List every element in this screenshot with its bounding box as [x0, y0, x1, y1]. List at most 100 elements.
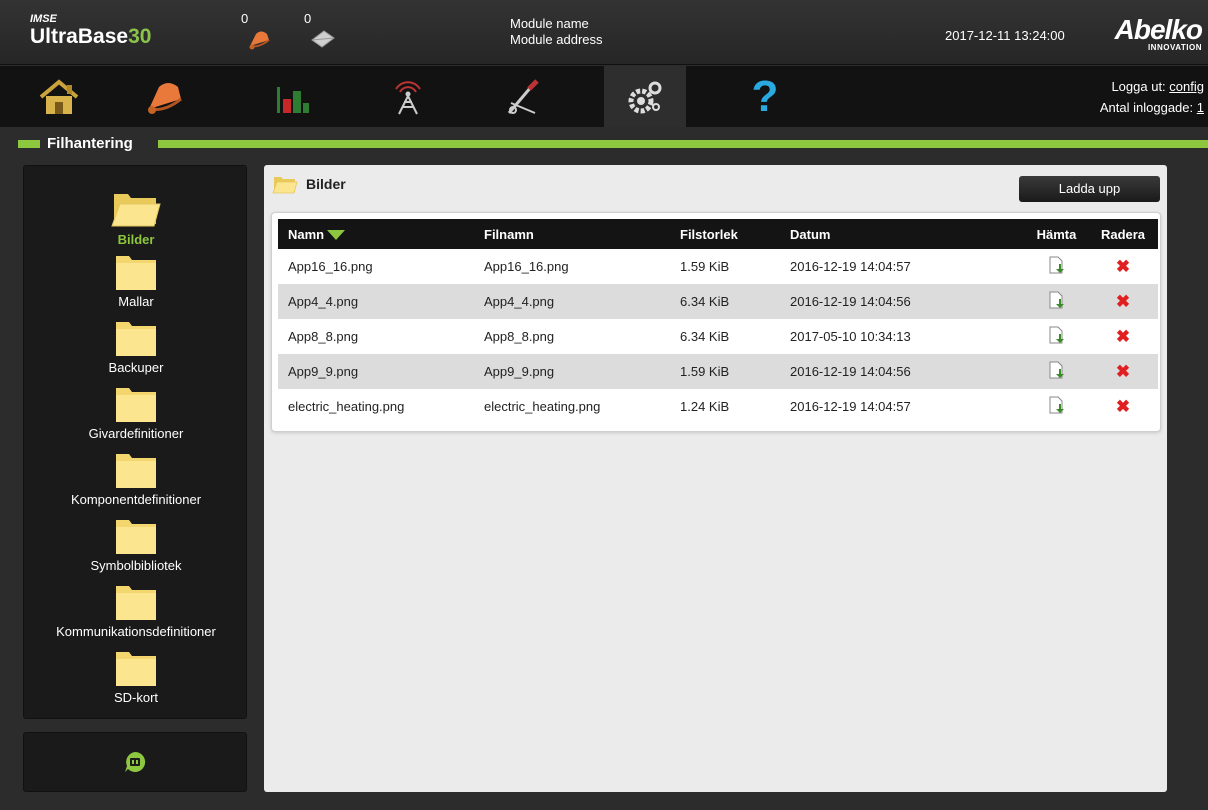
- cell-name: App16_16.png: [288, 259, 373, 274]
- folder-backuper[interactable]: Backuper: [24, 318, 248, 375]
- table-row: App8_8.png App8_8.png 6.34 KiB 2017-05-1…: [278, 319, 1158, 354]
- download-icon[interactable]: [1048, 291, 1066, 309]
- delete-cell: ✖: [1088, 249, 1158, 284]
- table-row: electric_heating.png electric_heating.pn…: [278, 389, 1158, 424]
- folder-label: Symbolbibliotek: [90, 558, 182, 573]
- folder-kommunikationsdefinitioner[interactable]: Kommunikationsdefinitioner: [24, 582, 248, 639]
- delete-cell: ✖: [1088, 389, 1158, 424]
- file-table-container: Namn Filnamn Filstorlek Datum Hämta Rade…: [271, 212, 1161, 432]
- download-cell: [1025, 354, 1088, 389]
- cell-size: 1.59 KiB: [680, 364, 730, 379]
- cell-name: electric_heating.png: [288, 399, 405, 414]
- cell-date: 2016-12-19 14:04:57: [790, 259, 911, 274]
- nav-home[interactable]: [18, 66, 100, 127]
- folder-mallar[interactable]: Mallar: [24, 252, 248, 309]
- file-table: Namn Filnamn Filstorlek Datum Hämta Rade…: [278, 219, 1158, 424]
- module-address: Module address: [510, 32, 603, 47]
- column-header-filstorlek[interactable]: Filstorlek: [680, 219, 790, 249]
- download-cell: [1025, 249, 1088, 284]
- logo-text: Abelko: [1114, 14, 1203, 45]
- column-header-datum[interactable]: Datum: [790, 219, 1025, 249]
- delete-icon[interactable]: ✖: [1116, 292, 1130, 311]
- table-row: App4_4.png App4_4.png 6.34 KiB 2016-12-1…: [278, 284, 1158, 319]
- folder-bilder[interactable]: Bilder: [24, 188, 248, 247]
- download-icon[interactable]: [1048, 361, 1066, 379]
- module-info: Module name Module address: [510, 16, 603, 48]
- table-row: App16_16.png App16_16.png 1.59 KiB 2016-…: [278, 249, 1158, 284]
- bar-chart-icon: [277, 86, 309, 113]
- cell-filename: App9_9.png: [484, 364, 555, 379]
- current-datetime: 2017-12-11 13:24:00: [945, 28, 1065, 43]
- delete-icon[interactable]: ✖: [1116, 397, 1130, 416]
- download-icon[interactable]: [1048, 396, 1066, 414]
- folder-label: Kommunikationsdefinitioner: [56, 624, 216, 639]
- home-icon: [39, 78, 79, 114]
- cell-date: 2017-05-10 10:34:13: [790, 329, 911, 344]
- logout-label: Logga ut:: [1111, 79, 1166, 94]
- message-count: 0: [304, 11, 312, 26]
- main-panel: Bilder Ladda upp Namn Filnamn Filstorlek…: [264, 165, 1167, 792]
- nav-communication[interactable]: [367, 66, 449, 127]
- folder-label: Komponentdefinitioner: [70, 492, 202, 507]
- download-icon[interactable]: [1048, 326, 1066, 344]
- module-name: Module name: [510, 16, 589, 31]
- folder-icon: [116, 652, 156, 686]
- panel-title: Bilder: [272, 174, 346, 194]
- open-folder-icon: [272, 177, 298, 194]
- download-cell: [1025, 319, 1088, 354]
- folder-givardefinitioner[interactable]: Givardefinitioner: [24, 384, 248, 441]
- cell-filename: App8_8.png: [484, 329, 555, 344]
- folder-symbolbibliotek[interactable]: Symbolbibliotek: [24, 516, 248, 573]
- info-panel: [23, 732, 247, 792]
- table-header-row: Namn Filnamn Filstorlek Datum Hämta Rade…: [278, 219, 1158, 249]
- cell-filename: electric_heating.png: [484, 399, 601, 414]
- login-info: Logga ut: config Antal inloggade: 1: [1100, 76, 1204, 118]
- section-header: Filhantering: [0, 128, 1208, 160]
- info-chat-icon[interactable]: [123, 750, 147, 774]
- top-header: IMSE UltraBase30 0 0 Module name Module …: [0, 0, 1208, 65]
- folder-label: Givardefinitioner: [88, 426, 184, 441]
- alarm-counter[interactable]: 0: [241, 12, 273, 53]
- cell-date: 2016-12-19 14:04:56: [790, 364, 911, 379]
- nav-tools[interactable]: [482, 66, 564, 127]
- nav-settings[interactable]: [604, 66, 686, 127]
- sort-desc-icon: [327, 230, 346, 241]
- cell-filename: App4_4.png: [484, 294, 555, 309]
- column-header-radera: Radera: [1100, 226, 1146, 242]
- column-header-namn[interactable]: Namn: [278, 219, 484, 249]
- upload-button[interactable]: Ladda upp: [1019, 176, 1160, 202]
- brand-logo: IMSE UltraBase30: [30, 14, 151, 49]
- main-nav: ? Logga ut: config Antal inloggade: 1: [0, 66, 1208, 127]
- cell-size: 1.24 KiB: [680, 399, 730, 414]
- folder-label: Bilder: [117, 232, 155, 247]
- download-icon[interactable]: [1048, 256, 1066, 274]
- folder-icon: [116, 256, 156, 290]
- folder-sd-kort[interactable]: SD-kort: [24, 648, 248, 705]
- alarm-bell-small-icon: [247, 28, 273, 53]
- folder-icon: [116, 586, 156, 620]
- download-cell: [1025, 389, 1088, 424]
- delete-cell: ✖: [1088, 319, 1158, 354]
- section-bar-right: [158, 140, 1208, 148]
- cell-name: App4_4.png: [288, 294, 359, 309]
- brand-product: UltraBase30: [30, 25, 151, 49]
- delete-cell: ✖: [1088, 284, 1158, 319]
- nav-help[interactable]: ?: [724, 66, 806, 127]
- folder-icon: [116, 454, 156, 488]
- column-header-filnamn[interactable]: Filnamn: [484, 219, 680, 249]
- settings-gears-icon: [628, 81, 662, 113]
- delete-icon[interactable]: ✖: [1116, 362, 1130, 381]
- delete-icon[interactable]: ✖: [1116, 257, 1130, 276]
- delete-icon[interactable]: ✖: [1116, 327, 1130, 346]
- logged-in-count[interactable]: 1: [1197, 100, 1204, 115]
- open-folder-icon: [111, 194, 161, 227]
- table-row: App9_9.png App9_9.png 1.59 KiB 2016-12-1…: [278, 354, 1158, 389]
- logout-link[interactable]: config: [1169, 79, 1204, 94]
- nav-charts[interactable]: [252, 66, 334, 127]
- message-counter[interactable]: 0: [304, 12, 336, 53]
- section-bar-left: [18, 140, 40, 148]
- brand-number: 30: [128, 25, 152, 48]
- nav-alarms[interactable]: [125, 66, 207, 127]
- folder-komponentdefinitioner[interactable]: Komponentdefinitioner: [24, 450, 248, 507]
- abelko-logo: Abelko INNOVATION: [1100, 14, 1203, 53]
